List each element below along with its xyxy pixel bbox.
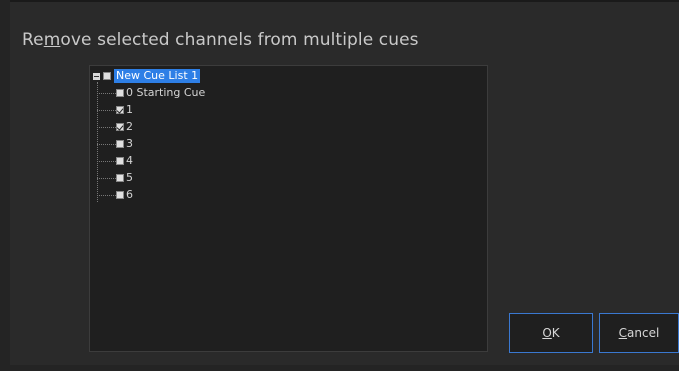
- cue-list-checkbox[interactable]: [103, 72, 111, 80]
- ok-label-rest: K: [551, 326, 560, 340]
- tree-branch-line: [97, 195, 116, 196]
- tree-node-cue-6[interactable]: 6: [97, 187, 133, 203]
- cue-6-checkbox[interactable]: [116, 191, 124, 199]
- cue-3-checkbox[interactable]: [116, 140, 124, 148]
- tree-branch-line: [97, 127, 116, 128]
- dialog-window: Remove selected channels from multiple c…: [0, 0, 679, 371]
- tree-branch-line: [97, 110, 116, 111]
- tree-branch-line: [97, 93, 116, 94]
- cancel-label-rest: ancel: [627, 326, 660, 340]
- cue-tree-view[interactable]: New Cue List 1 0 Starting Cue 1 2 3 4 5 …: [89, 65, 488, 352]
- cue-4-label[interactable]: 4: [126, 153, 133, 169]
- tree-node-cue-5[interactable]: 5: [97, 170, 133, 186]
- cancel-button[interactable]: Cancel: [599, 313, 679, 353]
- cancel-mnemonic: C: [618, 326, 628, 340]
- tree-connector-line: [97, 82, 98, 202]
- tree-node-cue-1[interactable]: 1: [97, 102, 133, 118]
- tree-branch-line: [97, 178, 116, 179]
- ok-button[interactable]: OK: [509, 313, 593, 353]
- collapse-icon[interactable]: [93, 72, 100, 80]
- window-left-border: [0, 0, 10, 371]
- cue-1-label[interactable]: 1: [126, 102, 133, 118]
- ok-mnemonic: O: [542, 326, 552, 340]
- cue-3-label[interactable]: 3: [126, 136, 133, 152]
- cue-5-checkbox[interactable]: [116, 174, 124, 182]
- cue-2-label[interactable]: 2: [126, 119, 133, 135]
- dialog-title-suffix: ove selected channels from multiple cues: [60, 30, 419, 50]
- cue-0-checkbox[interactable]: [116, 89, 124, 97]
- tree-node-cue-2[interactable]: 2: [97, 119, 133, 135]
- tree-node-cue-3[interactable]: 3: [97, 136, 133, 152]
- cue-2-checkbox[interactable]: [116, 123, 124, 131]
- window-bottom-border: [0, 365, 679, 371]
- tree-node-cue-0[interactable]: 0 Starting Cue: [97, 85, 205, 101]
- dialog-title-prefix: Re: [22, 30, 44, 50]
- tree-node-cue-4[interactable]: 4: [97, 153, 133, 169]
- dialog-title: Remove selected channels from multiple c…: [22, 30, 419, 50]
- dialog-title-mnemonic: m: [43, 30, 61, 50]
- cue-5-label[interactable]: 5: [126, 170, 133, 186]
- cue-6-label[interactable]: 6: [126, 187, 133, 203]
- cue-list-label[interactable]: New Cue List 1: [114, 69, 201, 83]
- cue-4-checkbox[interactable]: [116, 157, 124, 165]
- tree-branch-line: [97, 161, 116, 162]
- cue-0-label[interactable]: 0 Starting Cue: [126, 85, 205, 101]
- cue-1-checkbox[interactable]: [116, 106, 124, 114]
- tree-branch-line: [97, 144, 116, 145]
- window-top-border: [0, 0, 679, 2]
- tree-node-cue-list[interactable]: New Cue List 1: [93, 69, 201, 83]
